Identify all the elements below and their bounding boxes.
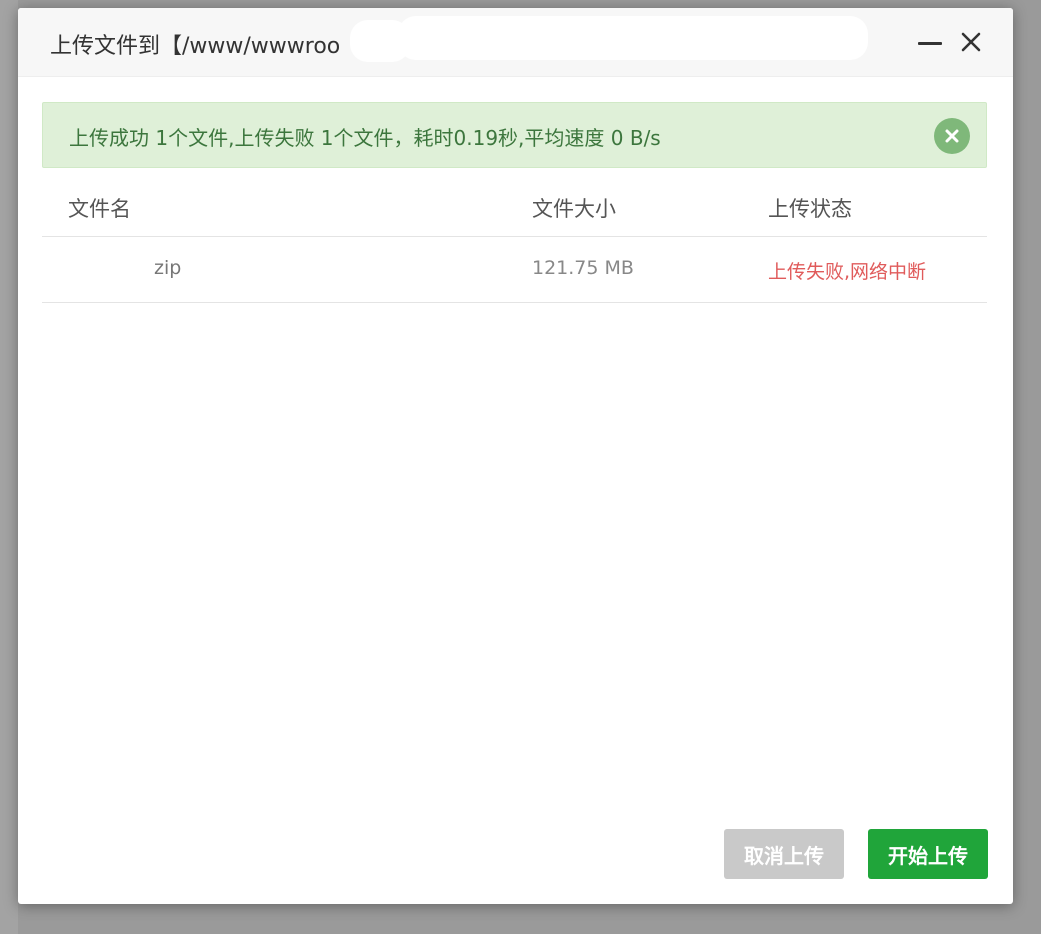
title-redaction: [398, 16, 868, 60]
alert-message: 上传成功 1个文件,上传失败 1个文件，耗时0.19秒,平均速度 0 B/s: [69, 126, 661, 150]
start-upload-button[interactable]: 开始上传: [868, 829, 988, 879]
cancel-upload-button[interactable]: 取消上传: [724, 829, 844, 879]
upload-status: 上传失败,网络中断: [768, 261, 927, 283]
upload-result-alert: 上传成功 1个文件,上传失败 1个文件，耗时0.19秒,平均速度 0 B/s: [42, 102, 987, 168]
column-header-name: 文件名: [68, 197, 131, 221]
minimize-icon: [918, 41, 942, 45]
file-size: 121.75 MB: [532, 257, 634, 279]
column-header-status: 上传状态: [768, 197, 852, 221]
page-backdrop: [0, 0, 18, 934]
dialog-title: 上传文件到【/www/wwwroo: [50, 34, 341, 59]
column-header-size: 文件大小: [532, 197, 616, 221]
circle-close-icon: [945, 129, 959, 143]
file-name: zip: [154, 257, 182, 279]
dialog-titlebar: 上传文件到【/www/wwwroo: [18, 8, 1013, 77]
file-table-header: 文件名 文件大小 上传状态: [42, 176, 987, 237]
close-button[interactable]: [955, 26, 987, 58]
close-icon: [961, 32, 981, 52]
table-row: zip 121.75 MB 上传失败,网络中断: [42, 237, 987, 303]
minimize-button[interactable]: [914, 26, 946, 58]
alert-close-button[interactable]: [934, 118, 970, 154]
upload-dialog: 上传文件到【/www/wwwroo 上传成功 1个文件,上传失败 1个文件，耗时…: [18, 8, 1013, 904]
